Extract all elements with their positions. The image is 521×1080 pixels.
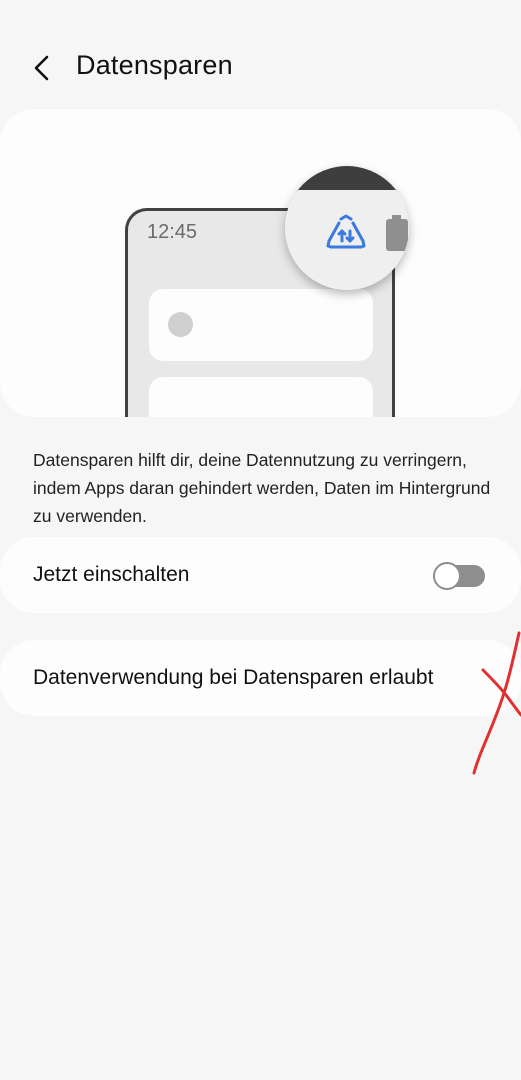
battery-icon [386,215,408,251]
data-saver-icon [326,214,366,249]
allowed-data-usage-label: Datenverwendung bei Datensparen erlaubt [33,666,434,689]
chevron-left-icon [34,55,49,81]
illustration-card: 12:45 [0,109,521,417]
enable-data-saver-row[interactable]: Jetzt einschalten [0,537,521,613]
enable-data-saver-label: Jetzt einschalten [33,563,190,586]
page-title: Datensparen [76,50,233,80]
notification-dot [168,312,193,337]
allowed-data-usage-row[interactable]: Datenverwendung bei Datensparen erlaubt [0,640,521,716]
magnifier-illustration [285,166,409,290]
phone-time: 12:45 [147,221,198,243]
data-saver-toggle[interactable] [433,562,485,590]
back-button[interactable] [22,48,62,88]
description-text: Datensparen hilft dir, deine Datennutzun… [33,450,491,526]
red-annotation-mark [472,631,521,775]
phone-notification-card [149,377,373,417]
app-header: Datensparen [0,30,521,102]
toggle-thumb [433,562,461,590]
phone-notification-card [149,289,373,361]
status-bar [285,166,409,192]
